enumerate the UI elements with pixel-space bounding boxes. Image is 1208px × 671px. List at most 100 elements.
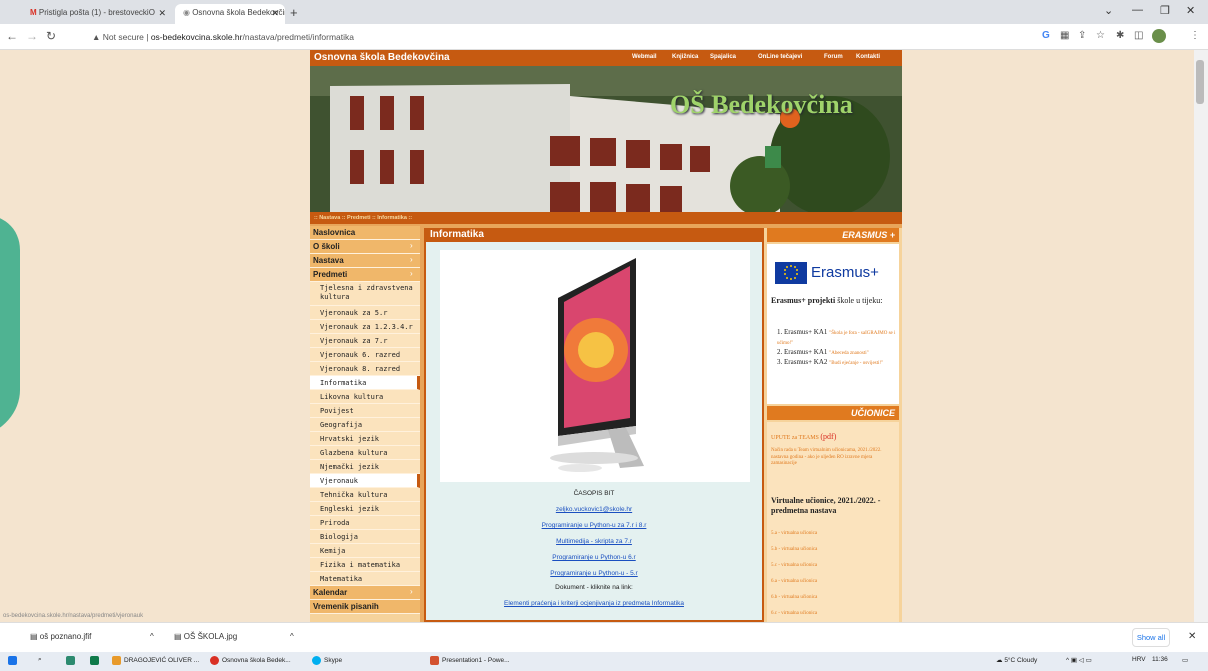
sidebar-item-povijest[interactable]: Povijest	[310, 404, 420, 418]
sidebar-item-o-školi[interactable]: O školi	[310, 240, 420, 254]
sidebar-item-kemija[interactable]: Kemija	[310, 544, 420, 558]
forward-icon[interactable]: →	[26, 29, 38, 43]
avatar[interactable]	[1152, 29, 1166, 43]
class-link[interactable]: 5.a - virtualna učionica	[771, 526, 817, 542]
grading-criteria-link[interactable]: Elementi praćenja i kriterji ocjenjivanj…	[426, 600, 762, 607]
sidebar-item-engleski-jezik[interactable]: Engleski jezik	[310, 502, 420, 516]
teams-guide-link[interactable]: UPUTE za TEAMS	[771, 435, 819, 441]
link-spajalica[interactable]: Spajalica	[710, 54, 736, 60]
class-link[interactable]: 6.b - virtualna učionica	[771, 590, 817, 606]
minimize-button[interactable]: —	[1132, 4, 1143, 16]
sidebar-item-kalendar[interactable]: Kalendar	[310, 586, 420, 600]
chevron-up-icon[interactable]: ^	[290, 632, 294, 641]
erasmus-intro-bold: Erasmus+ projekti	[771, 296, 836, 305]
download-item[interactable]: ▤ oš poznano.jfif ^	[30, 632, 160, 641]
sidebar-item-hrvatski-jezik[interactable]: Hrvatski jezik	[310, 432, 420, 446]
python-5-link[interactable]: Programiranje u Python-u - 5.r	[426, 570, 762, 577]
sidebar-item-informatika[interactable]: Informatika	[310, 376, 420, 390]
clock[interactable]: 11:36	[1152, 656, 1168, 663]
magazine-label: ČASOPIS BIT	[573, 490, 615, 497]
search-icon[interactable]: ⌕	[38, 656, 42, 664]
sidebar-item-vjeronauk-za-5-r[interactable]: Vjeronauk za 5.r	[310, 306, 420, 320]
sidebar-item-njemački-jezik[interactable]: Njemački jezik	[310, 460, 420, 474]
notification-icon[interactable]: ▭	[1182, 656, 1188, 664]
pdf-link[interactable]: (pdf)	[820, 432, 836, 441]
show-all-button[interactable]: Show all	[1132, 628, 1170, 647]
class-link[interactable]: 5.b - virtualna učionica	[771, 542, 817, 558]
sidebar-item-tjelesna-i-zdravstvena-kultura[interactable]: Tjelesna i zdravstvena kultura	[310, 282, 420, 306]
sidebar-item-predmeti[interactable]: Predmeti	[310, 268, 420, 282]
link-kontakti[interactable]: Kontakti	[856, 54, 880, 60]
scrollbar-thumb[interactable]	[1196, 60, 1204, 104]
tab-gmail[interactable]: M Pristigla pošta (1) - brestoveckiO ✕	[22, 4, 172, 24]
python-7-8-link[interactable]: Programiranje u Python-u za 7.r i 8.r	[426, 522, 762, 529]
sidebar-item-vjeronauk-za-1-2-3-4-r[interactable]: Vjeronauk za 1.2.3.4.r	[310, 320, 420, 334]
weather-text: 5°C Cloudy	[1004, 657, 1038, 664]
url-input[interactable]: ▲ Not secure | os-bedekovcina.skole.hr/n…	[86, 27, 1026, 47]
close-icon[interactable]: ✕	[1188, 631, 1196, 642]
sidebar-item-vjeronauk-6-razred[interactable]: Vjeronauk 6. razred	[310, 348, 420, 362]
link-forum[interactable]: Forum	[824, 54, 843, 60]
tray-icons[interactable]: ^ ▣ ◁ ▭	[1066, 656, 1092, 664]
scrollbar[interactable]	[1194, 50, 1208, 622]
back-icon[interactable]: ←	[6, 29, 18, 43]
taskview-icon[interactable]	[66, 656, 78, 665]
multimedia-link[interactable]: Multimedija - skripta za 7.r	[426, 538, 762, 545]
sidebar-item-priroda[interactable]: Priroda	[310, 516, 420, 530]
sidebar-item-glazbena-kultura[interactable]: Glazbena kultura	[310, 446, 420, 460]
python-6-link[interactable]: Programiranje u Python-u 6.r	[426, 554, 762, 561]
site-name[interactable]: Osnovna škola Bedekovčina	[314, 52, 450, 63]
project-name: Erasmus+ KA1	[784, 348, 828, 356]
sidebar-item-naslovnica[interactable]: Naslovnica	[310, 226, 420, 240]
sidebar-item-vjeronauk[interactable]: Vjeronauk	[310, 474, 420, 488]
reload-icon[interactable]: ↻	[46, 29, 56, 43]
email-link[interactable]: zeljko.vuckovic1@skole.hr	[426, 506, 762, 513]
taskbar-app-dragojevic[interactable]: DRAGOJEVIĆ OLIVER ...	[112, 656, 199, 665]
sidebar-item-tehnička-kultura[interactable]: Tehnička kultura	[310, 488, 420, 502]
project-title-link[interactable]: "Abeceda znanosti"	[829, 351, 868, 356]
download-item[interactable]: ▤ OŠ ŠKOLA.jpg ^	[174, 632, 304, 641]
menu-icon[interactable]: ⋮	[1190, 30, 1200, 41]
translate-icon[interactable]: ▦	[1060, 30, 1069, 41]
taskbar-app-label: Osnovna škola Bedek...	[222, 657, 291, 665]
sidebar-item-geografija[interactable]: Geografija	[310, 418, 420, 432]
taskbar-app-powerpoint[interactable]: Presentation1 - Powe...	[430, 656, 510, 665]
sidepanel-icon[interactable]: ◫	[1134, 30, 1143, 41]
banner-title: OŠ Bedekovčina	[670, 90, 853, 119]
class-link[interactable]: 6.a - virtualna učionica	[771, 574, 817, 590]
google-icon[interactable]: G	[1042, 30, 1050, 41]
share-icon[interactable]: ⇪	[1078, 30, 1086, 41]
close-icon[interactable]: ✕	[158, 8, 166, 19]
class-link[interactable]: 5.c - virtualna učionica	[771, 558, 817, 574]
new-tab-button[interactable]: +	[290, 5, 298, 20]
sidebar-item-nastava[interactable]: Nastava	[310, 254, 420, 268]
sidebar-item-vjeronauk-8-razred[interactable]: Vjeronauk 8. razred	[310, 362, 420, 376]
weather-widget[interactable]: ☁ 5°C Cloudy	[996, 656, 1037, 664]
link-knjiznica[interactable]: Knjižnica	[672, 54, 698, 60]
chevron-down-icon[interactable]: ⌄	[1104, 4, 1113, 17]
language-indicator[interactable]: HRV	[1132, 656, 1146, 663]
star-icon[interactable]: ☆	[1096, 30, 1105, 41]
close-icon[interactable]: ✕	[271, 8, 279, 19]
restore-button[interactable]: ❐	[1160, 4, 1170, 17]
project-item: 3. Erasmus+ KA2 "Budi ejećanje - osvijes…	[777, 358, 884, 366]
class-link[interactable]: 6.c - virtualna učionica	[771, 606, 817, 622]
tab-school[interactable]: ◉ Osnovna škola Bedekovčina - Inf✕	[175, 4, 285, 24]
taskbar-app-chrome[interactable]: Osnovna škola Bedek...	[210, 656, 291, 665]
sidebar-item-matematika[interactable]: Matematika	[310, 572, 420, 586]
outlook-icon[interactable]	[90, 656, 102, 665]
link-webmail[interactable]: Webmail	[632, 54, 657, 60]
chevron-up-icon[interactable]: ^	[150, 632, 154, 641]
extensions-icon[interactable]: ✱	[1116, 30, 1124, 41]
security-label: Not secure	[102, 32, 144, 42]
project-title-link[interactable]: "Budi ejećanje - osvijesti!"	[829, 361, 883, 366]
link-online-tecajevi[interactable]: OnLine tečajevi	[758, 54, 802, 60]
windows-start-icon[interactable]	[8, 656, 20, 665]
sidebar-item-vjeronauk-za-7-r[interactable]: Vjeronauk za 7.r	[310, 334, 420, 348]
sidebar-item-biologija[interactable]: Biologija	[310, 530, 420, 544]
taskbar-app-skype[interactable]: Skype	[312, 656, 342, 665]
sidebar-item-likovna-kultura[interactable]: Likovna kultura	[310, 390, 420, 404]
close-window-button[interactable]: ✕	[1186, 4, 1195, 17]
sidebar-item-fizika-i-matematika[interactable]: Fizika i matematika	[310, 558, 420, 572]
sidebar-item-vremenik-pisanih[interactable]: Vremenik pisanih	[310, 600, 420, 614]
